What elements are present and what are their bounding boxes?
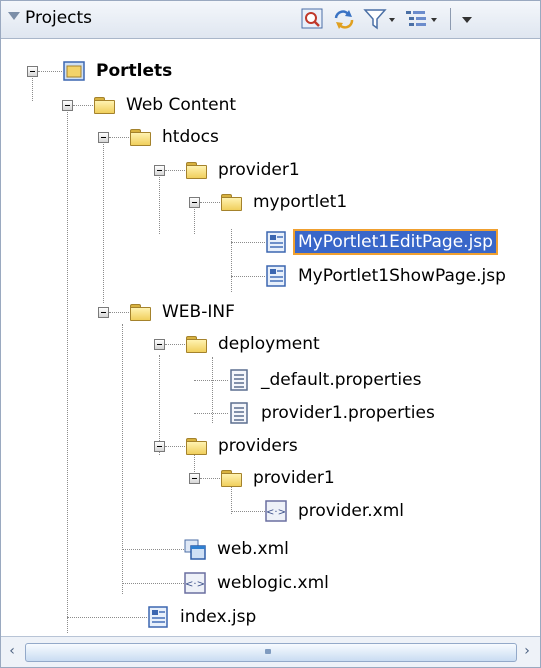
tree-node-index-jsp[interactable]: index.jsp: [147, 602, 259, 632]
tree-node-web-content[interactable]: Web Content: [93, 90, 239, 120]
folder-icon: [185, 333, 207, 355]
panel-header: Projects: [1, 1, 540, 39]
tree-node-show-page-jsp[interactable]: MyPortlet1ShowPage.jsp: [265, 261, 509, 291]
tree-connector: [194, 380, 228, 381]
tree-node-web-inf[interactable]: WEB-INF: [129, 297, 238, 327]
collapse-myportlet1-toggle[interactable]: [189, 197, 200, 208]
tree-connector: [103, 139, 104, 303]
jsp-file-icon: [147, 606, 169, 628]
tree-connector: [200, 202, 220, 203]
tree-connector: [122, 324, 123, 594]
properties-file-icon: [228, 402, 250, 424]
scroll-left-button[interactable]: ‹: [4, 643, 20, 660]
sync-icon[interactable]: [332, 8, 356, 30]
tree-node-portlets[interactable]: Portlets: [63, 56, 175, 86]
tree-node-default-properties[interactable]: _default.properties: [228, 365, 424, 395]
collapse-htdocs-toggle[interactable]: [98, 132, 109, 143]
project-icon: [63, 60, 85, 82]
xml-file-icon: <·>: [184, 572, 206, 594]
selected-item-label: MyPortlet1EditPage.jsp: [293, 229, 498, 255]
tree-connector: [231, 229, 232, 292]
toolbar-separator: [450, 8, 451, 30]
collapse-deployment-toggle[interactable]: [154, 339, 165, 350]
folder-icon: [93, 94, 115, 116]
tree-node-web-xml[interactable]: web.xml: [184, 534, 292, 564]
folder-icon: [129, 301, 151, 323]
collapse-providers-toggle[interactable]: [154, 441, 165, 452]
tree-connector: [200, 478, 220, 479]
tree-connector: [165, 344, 185, 345]
jsp-file-icon: [265, 265, 287, 287]
folder-icon: [185, 435, 207, 457]
folder-icon: [220, 191, 242, 213]
tree-node-provider1-properties[interactable]: provider1.properties: [228, 398, 438, 428]
tree-connector: [32, 74, 33, 101]
tree-connector: [231, 276, 265, 277]
tree-node-weblogic-xml[interactable]: <·> weblogic.xml: [184, 568, 332, 598]
tree-node-edit-page-jsp[interactable]: MyPortlet1EditPage.jsp: [265, 227, 498, 257]
jsp-file-icon: [265, 231, 287, 253]
tree-connector: [159, 355, 160, 455]
tree-connector: [231, 511, 265, 512]
collapse-provider1-toggle[interactable]: [154, 165, 165, 176]
xml-file-icon: <·>: [265, 500, 287, 522]
svg-text:<·>: <·>: [266, 507, 286, 518]
filter-icon[interactable]: [363, 8, 397, 30]
tree-connector: [109, 312, 129, 313]
folder-icon: [129, 126, 151, 148]
tree-node-providers[interactable]: providers: [185, 431, 301, 461]
horizontal-scrollbar[interactable]: ‹ ›: [1, 636, 540, 667]
tree-connector: [38, 71, 62, 72]
tree-node-deployment[interactable]: deployment: [185, 329, 323, 359]
find-icon[interactable]: [301, 8, 325, 30]
scrollbar-grip-icon: [265, 649, 271, 654]
tree-connector: [122, 583, 184, 584]
panel-title: Projects: [25, 8, 93, 28]
collapse-panel-icon[interactable]: [8, 12, 20, 20]
tree-node-htdocs[interactable]: htdocs: [129, 122, 222, 152]
tree-connector: [194, 413, 228, 414]
svg-text:<·>: <·>: [185, 579, 205, 590]
scroll-right-button[interactable]: ›: [519, 643, 535, 660]
collapse-web-content-toggle[interactable]: [62, 100, 73, 111]
tree-node-provider-xml[interactable]: <·> provider.xml: [265, 496, 407, 526]
tree-connector: [159, 169, 160, 234]
collapse-portlets-toggle[interactable]: [27, 66, 38, 77]
view-options-icon[interactable]: [404, 8, 440, 30]
folder-icon: [185, 159, 207, 181]
web-descriptor-icon: [184, 538, 206, 560]
tree-node-myportlet1[interactable]: myportlet1: [220, 187, 350, 217]
menu-icon[interactable]: [457, 8, 477, 30]
tree-connector: [165, 170, 185, 171]
tree-connector: [109, 137, 129, 138]
scrollbar-thumb[interactable]: [25, 643, 517, 662]
properties-file-icon: [228, 369, 250, 391]
projects-panel: Projects Portlets Web Content htdocs pro…: [0, 0, 541, 668]
folder-icon: [220, 467, 242, 489]
tree-connector: [231, 242, 265, 243]
tree-connector: [67, 617, 147, 618]
collapse-provider1-toggle[interactable]: [189, 473, 200, 484]
tree-node-provider1[interactable]: provider1: [185, 155, 303, 185]
tree-connector: [73, 105, 93, 106]
project-tree: Portlets Web Content htdocs provider1 my…: [1, 39, 540, 633]
tree-connector: [165, 446, 185, 447]
tree-connector: [67, 109, 68, 633]
tree-node-provider1[interactable]: provider1: [220, 463, 338, 493]
tree-connector: [122, 549, 184, 550]
collapse-web-inf-toggle[interactable]: [98, 307, 109, 318]
